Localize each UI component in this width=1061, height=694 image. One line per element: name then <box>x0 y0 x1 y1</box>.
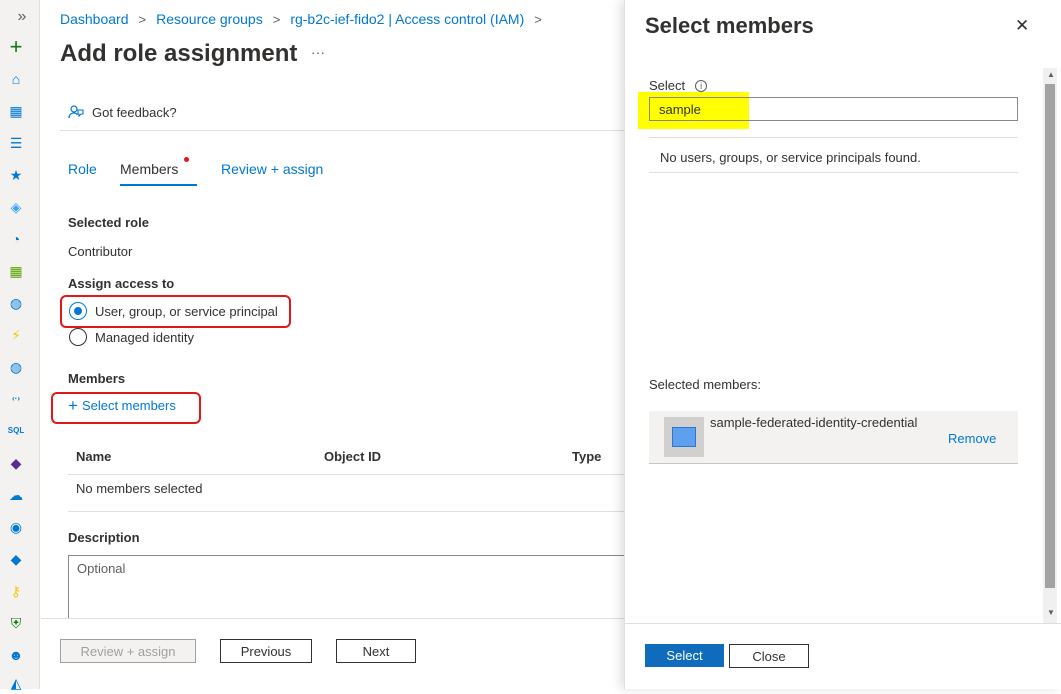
page-title: Add role assignment <box>60 40 298 67</box>
select-members-panel: Select members ✕ Select i sample No user… <box>624 0 1061 689</box>
select-members-link[interactable]: + Select members <box>68 397 176 414</box>
home-icon[interactable]: ⌂ <box>4 68 28 90</box>
divider <box>649 137 1018 138</box>
radio-managed-identity[interactable] <box>69 328 87 346</box>
column-header-type[interactable]: Type <box>572 449 601 464</box>
resource-groups-icon[interactable]: ◈ <box>4 196 28 218</box>
required-dot-icon <box>184 157 189 162</box>
breadcrumb-separator: > <box>534 11 542 27</box>
breadcrumb-separator: > <box>272 11 281 27</box>
assign-access-label: Assign access to <box>68 276 175 291</box>
breadcrumb-resource-groups[interactable]: Resource groups <box>156 11 263 27</box>
devops-icon[interactable]: ◆ <box>4 548 28 570</box>
app-avatar-icon <box>664 417 704 457</box>
search-input-value: sample <box>659 102 701 117</box>
close-button[interactable]: Close <box>729 644 809 668</box>
key-icon[interactable]: ⚷ <box>4 580 28 602</box>
user-icon[interactable]: ☻ <box>4 644 28 666</box>
advisor-icon[interactable]: ◭ <box>4 672 28 694</box>
tab-review-assign-label: Review + assign <box>221 161 324 177</box>
favorites-star-icon[interactable]: ★ <box>4 164 28 186</box>
globe-icon[interactable]: ◍ <box>4 292 28 314</box>
panel-scrollbar[interactable]: ▲ ▼ <box>1043 68 1057 623</box>
breadcrumb-separator: > <box>138 11 147 27</box>
active-tab-underline <box>120 184 197 186</box>
description-placeholder: Optional <box>77 561 126 576</box>
portal-left-rail: » + ⌂ ▦ ☰ ★ ◈ ◔ ▦ ◍ ⚡ ◍ ‹·› SQL ◆ ☁ ◉ ◆ ⚷ ⛨ ☻ ◭ <box>0 0 40 690</box>
info-icon[interactable]: i <box>695 79 708 92</box>
sql-icon[interactable]: SQL <box>4 420 28 442</box>
members-label: Members <box>68 371 126 386</box>
selected-role-value: Contributor <box>68 244 133 259</box>
scroll-up-icon[interactable]: ▲ <box>1047 70 1055 79</box>
plus-icon: + <box>68 396 78 415</box>
radio-unchecked-icon <box>69 328 87 346</box>
load-balancer-icon[interactable]: ‹·› <box>4 388 28 410</box>
monitor-icon[interactable]: ◉ <box>4 516 28 538</box>
network-globe-icon[interactable]: ◍ <box>4 356 28 378</box>
table-empty-message: No members selected <box>76 481 203 496</box>
all-services-icon[interactable]: ☰ <box>4 132 28 154</box>
column-header-name[interactable]: Name <box>76 449 111 464</box>
feedback-link[interactable]: Got feedback? <box>68 104 177 120</box>
table-divider <box>68 474 624 475</box>
radio-user-group-label: User, group, or service principal <box>95 304 278 319</box>
select-members-label: Select members <box>81 398 176 413</box>
all-resources-grid-icon[interactable]: ▦ <box>4 260 28 282</box>
security-shield-icon[interactable]: ⛨ <box>4 612 28 634</box>
expand-menu-icon[interactable]: » <box>10 6 34 28</box>
dashboard-icon[interactable]: ▦ <box>4 100 28 122</box>
breadcrumb: Dashboard > Resource groups > rg-b2c-ief… <box>60 11 542 27</box>
more-actions-icon[interactable]: ··· <box>311 44 325 60</box>
radio-checked-icon <box>69 302 87 320</box>
no-results-message: No users, groups, or service principals … <box>660 150 921 165</box>
radio-managed-identity-label: Managed identity <box>95 330 195 345</box>
footer-divider <box>41 618 624 619</box>
select-label: Select <box>649 78 686 93</box>
tab-role[interactable]: Role <box>68 161 97 177</box>
divider <box>60 130 624 131</box>
selected-members-label: Selected members: <box>649 377 761 392</box>
table-divider <box>68 511 624 512</box>
tab-members-label: Members <box>120 161 179 177</box>
tab-role-label: Role <box>68 161 97 177</box>
cloud-service-icon[interactable]: ☁ <box>4 484 28 506</box>
add-role-assignment-blade: Dashboard > Resource groups > rg-b2c-ief… <box>41 0 628 689</box>
function-icon[interactable]: ⚡ <box>4 324 28 346</box>
divider <box>649 172 1018 173</box>
description-label: Description <box>68 530 140 545</box>
panel-footer-divider <box>625 623 1061 624</box>
tab-review-assign[interactable]: Review + assign <box>221 161 323 177</box>
cosmos-icon[interactable]: ◆ <box>4 452 28 474</box>
previous-button[interactable]: Previous <box>220 639 312 663</box>
close-icon[interactable]: ✕ <box>1015 16 1029 36</box>
tab-members[interactable]: Members <box>120 161 178 177</box>
scroll-down-icon[interactable]: ▼ <box>1047 608 1055 617</box>
breadcrumb-dashboard[interactable]: Dashboard <box>60 11 129 27</box>
feedback-label: Got feedback? <box>92 104 177 120</box>
feedback-person-icon <box>68 105 84 119</box>
selected-role-label: Selected role <box>68 215 149 230</box>
search-input[interactable]: sample <box>649 97 1018 121</box>
remove-member-link[interactable]: Remove <box>948 431 996 446</box>
selected-member-name: sample-federated-identity-credential <box>710 415 918 430</box>
next-button[interactable]: Next <box>336 639 416 663</box>
panel-title: Select members <box>645 13 814 38</box>
select-field-label: Select i <box>649 78 708 93</box>
review-assign-button[interactable]: Review + assign <box>60 639 196 663</box>
radio-user-group[interactable] <box>69 302 87 320</box>
selected-member-item: sample-federated-identity-credential Rem… <box>649 411 1018 464</box>
description-textarea[interactable]: Optional <box>68 555 628 619</box>
breadcrumb-iam[interactable]: rg-b2c-ief-fido2 | Access control (IAM) <box>290 11 524 27</box>
select-button[interactable]: Select <box>645 644 724 667</box>
column-header-object-id[interactable]: Object ID <box>324 449 381 464</box>
speedometer-icon[interactable]: ◔ <box>4 228 28 250</box>
scrollbar-thumb[interactable] <box>1045 84 1055 588</box>
create-icon[interactable]: + <box>4 36 28 58</box>
